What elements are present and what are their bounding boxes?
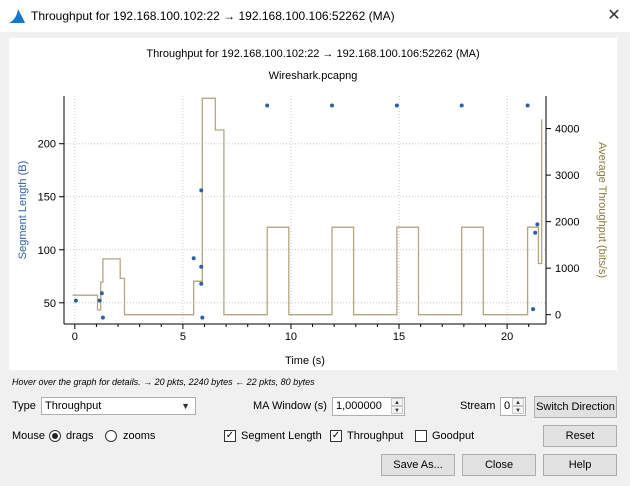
spin-down-icon[interactable]: ▼ [512,406,524,414]
segment-point [199,281,204,286]
y2-axis-label: Average Throughput (bits/s) [596,142,608,278]
segment-point [200,315,205,320]
segment-point [199,264,204,269]
segment-point [459,103,464,108]
save-as-button[interactable]: Save As... [381,454,455,476]
y-tick-label: 100 [38,245,56,257]
segment-point [525,103,530,108]
segment-point [394,103,399,108]
x-tick-label: 15 [393,331,405,343]
zooms-radio[interactable] [105,430,117,442]
throughput-label[interactable]: Throughput [347,430,403,442]
ma-window-value: 1,000000 [336,400,382,412]
x-axis-label: Time (s) [285,355,325,367]
y2-tick-label: 1000 [555,263,579,275]
y2-tick-label: 2000 [555,217,579,229]
segment-point [535,222,540,227]
segment-point [99,291,104,296]
segment-point [191,256,196,261]
switch-direction-button[interactable]: Switch Direction [534,396,617,418]
y-tick-label: 200 [38,139,56,151]
plot-area[interactable]: Throughput for 192.168.100.102:22 → 192.… [9,38,617,370]
stream-spinbox[interactable]: 0 ▲ ▼ [500,397,526,416]
segment-point [265,103,270,108]
chart-subtitle: Wireshark.pcapng [269,70,358,82]
x-tick-label: 0 [72,331,78,343]
segment-point [73,298,78,303]
drags-label[interactable]: drags [66,430,94,442]
status-hint: Hover over the graph for details. → 20 p… [12,377,315,387]
close-icon[interactable]: ✕ [604,6,624,26]
segment-point [199,188,204,193]
spin-up-icon[interactable]: ▲ [512,398,524,406]
help-button[interactable]: Help [543,454,617,476]
segment-point [330,103,335,108]
y-axis-label: Segment Length (B) [17,161,29,259]
reset-button[interactable]: Reset [543,425,617,447]
title-bar: Throughput for 192.168.100.102:22 → 192.… [0,0,630,32]
y2-tick-label: 0 [555,310,561,322]
y2-tick-label: 3000 [555,170,579,182]
ma-window-label: MA Window (s) [253,400,327,412]
spin-down-icon[interactable]: ▼ [391,406,403,414]
stream-label: Stream [460,400,496,412]
x-tick-label: 5 [180,331,186,343]
throughput-checkbox[interactable]: ✓ [330,430,342,442]
y-tick-label: 50 [44,298,56,310]
mouse-label: Mouse [12,430,46,442]
y2-tick-label: 4000 [555,124,579,136]
goodput-label[interactable]: Goodput [432,430,474,442]
segment-length-label[interactable]: Segment Length [241,430,322,442]
segment-point [531,307,536,312]
close-button[interactable]: Close [462,454,536,476]
throughput-line [72,97,543,316]
chart-title: Throughput for 192.168.100.102:22 → 192.… [146,48,479,60]
x-tick-label: 20 [501,331,513,343]
type-label: Type [12,400,36,412]
goodput-checkbox[interactable] [415,430,427,442]
segment-length-checkbox[interactable]: ✓ [224,430,236,442]
chevron-down-icon: ▼ [181,401,190,411]
type-select-value: Throughput [45,400,102,412]
spin-up-icon[interactable]: ▲ [391,398,403,406]
drags-radio[interactable] [49,430,61,442]
zooms-label[interactable]: zooms [123,430,155,442]
window-title: Throughput for 192.168.100.102:22 → 192.… [31,9,395,23]
stream-value: 0 [504,400,511,412]
throughput-chart[interactable]: Throughput for 192.168.100.102:22 → 192.… [9,38,617,370]
segment-point [533,230,538,235]
segment-point [97,298,102,303]
y-tick-label: 150 [38,192,56,204]
type-select[interactable]: Throughput ▼ [41,397,196,415]
ma-window-spinbox[interactable]: 1,000000 ▲ ▼ [332,397,405,416]
segment-point [100,315,105,320]
wireshark-fin-icon [9,9,25,23]
x-tick-label: 10 [285,331,297,343]
